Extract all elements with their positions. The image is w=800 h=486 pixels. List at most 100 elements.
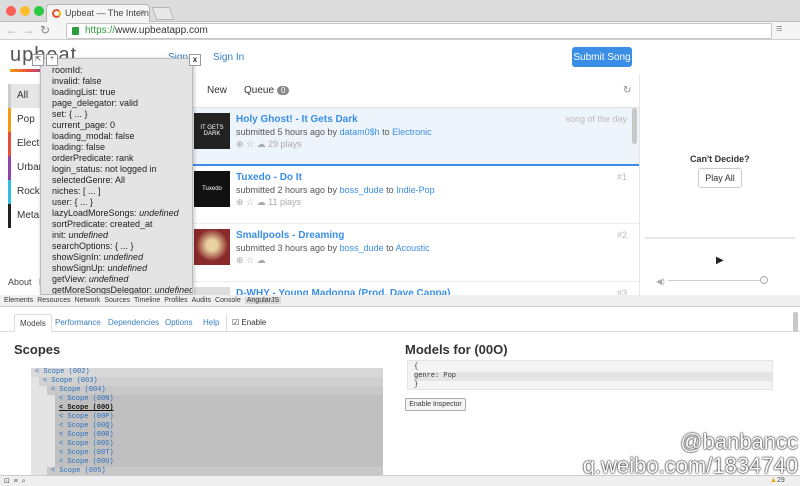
cloud-icon[interactable]: ☁ [257,139,269,149]
scope-tree-item[interactable]: < Scope (004) [31,386,383,395]
album-art[interactable]: IT GETS DARK [194,113,230,149]
back-arrow-icon[interactable]: ← [6,23,18,37]
submitter-link[interactable]: boss_dude [340,185,384,195]
close-window-icon[interactable] [6,6,16,16]
cloud-icon[interactable]: ☁ [257,255,266,265]
song-row[interactable]: IT GETS DARK Holy Ghost! - It Gets Dark su… [192,108,639,166]
star-icon[interactable]: ☆ [246,197,257,207]
tab-new[interactable]: New [207,85,227,96]
devtools-tab-resources[interactable]: Resources [37,297,70,304]
song-rank: #2 [616,230,627,240]
play-all-button[interactable]: Play All [698,168,742,188]
devtools-tab-audits[interactable]: Audits [192,297,211,304]
enable-inspector-button[interactable]: Enable Inspector [405,398,466,411]
search-icon[interactable]: ⌕ [22,478,26,485]
song-list-scrollbar[interactable] [632,108,637,144]
minimize-window-icon[interactable] [20,6,30,16]
ng-tab-performance[interactable]: Performance [50,314,106,332]
player-progress-knob[interactable] [760,276,768,284]
scope-tree-item[interactable]: < Scope (00Q) [31,422,383,431]
song-title[interactable]: Tuxedo - Do It [236,172,302,183]
scope-tree-item[interactable]: < Scope (00S) [31,440,383,449]
star-icon[interactable]: ☆ [246,255,257,265]
ng-tab-models[interactable]: Models [14,314,52,332]
album-art[interactable]: Tuxedo [194,171,230,207]
tab-close-icon[interactable]: × [140,7,145,17]
song-row[interactable]: Y-UNG MAD-NNA D-WHY - Young Madonna (Prod… [192,282,639,295]
scope-tree-item[interactable]: < Scope (00P) [31,413,383,422]
sign-in-link[interactable]: Sign In [213,52,244,63]
song-title[interactable]: D-WHY - Young Madonna (Prod. Dave Cappa) [236,288,450,295]
album-art[interactable] [194,229,230,265]
song-title[interactable]: Smallpools - Dreaming [236,230,344,241]
song-row[interactable]: Tuxedo Tuxedo - Do It submitted 2 hours ag… [192,166,639,224]
genre-link[interactable]: Electronic [392,127,432,137]
forward-arrow-icon[interactable]: → [22,23,34,37]
devtools-tab-network[interactable]: Network [75,297,101,304]
ng-tab-dependencies[interactable]: Dependencies [103,314,164,332]
scope-tree-item[interactable]: < Scope (00U) [31,458,383,467]
dock-icon[interactable]: ⊡ [4,478,10,485]
warning-count[interactable]: ▲29 [770,477,785,484]
genre-link[interactable]: Indie-Pop [396,185,435,195]
cloud-icon[interactable]: ☁ [257,197,269,207]
enable-toggle[interactable]: ☑ Enable [226,314,271,332]
scope-property: invalid: false [41,76,192,87]
song-list: IT GETS DARK Holy Ghost! - It Gets Dark su… [192,107,639,295]
scope-tree-item[interactable]: < Scope (002) [31,368,383,377]
reload-icon[interactable]: ↻ [40,23,50,37]
popup-add-icon[interactable]: + [46,54,58,66]
scope-tree-item[interactable]: < Scope (00R) [31,431,383,440]
devtools-scrollbar[interactable] [793,312,798,332]
submit-song-button[interactable]: Submit Song [572,47,632,67]
queue-label: Queue [244,85,275,96]
scope-property: showSignIn: undefined [41,252,192,263]
popup-move-icon[interactable]: ⇱ [32,54,44,66]
property-key: roomId: [52,65,83,75]
devtools-tab-timeline[interactable]: Timeline [134,297,160,304]
play-icon[interactable]: ▶ [716,255,724,266]
popup-close-icon[interactable]: x [189,54,201,66]
browser-toolbar: ← → ↻ https://www.upbeatapp.com ≡ [0,22,800,40]
devtools-tab-sources[interactable]: Sources [104,297,130,304]
song-title[interactable]: Holy Ghost! - It Gets Dark [236,114,358,125]
ng-tab-help[interactable]: Help [198,314,224,332]
player-divider [645,237,795,239]
add-icon[interactable]: ⊕ [236,255,246,265]
address-bar[interactable]: https://www.upbeatapp.com [66,23,772,39]
devtools-tab-profiles[interactable]: Profiles [164,297,187,304]
browser-tab[interactable]: Upbeat — The Internet's M × [46,4,150,23]
submitter-link[interactable]: datam0$h [340,127,380,137]
menu-icon[interactable]: ≡ [776,23,782,35]
song-actions: ⊕ ☆ ☁ [236,255,266,266]
ng-tab-options[interactable]: Options [160,314,198,332]
property-key: orderPredicate: rank [52,153,134,163]
scope-tree-item[interactable]: < Scope (00N) [31,395,383,404]
player-progress-track[interactable] [668,280,762,281]
scope-tree-item[interactable]: < Scope (003) [31,377,383,386]
scope-tree-item[interactable]: < Scope (00O) [31,404,383,413]
refresh-icon[interactable]: ↻ [623,85,631,96]
devtools-tab-console[interactable]: Console [215,297,241,304]
add-icon[interactable]: ⊕ [236,197,246,207]
new-tab-button[interactable] [151,7,175,20]
code-close: } [414,381,419,389]
scope-tree-item[interactable]: < Scope (00T) [31,449,383,458]
devtools-tab-angularjs[interactable]: AngularJS [244,297,282,304]
album-art[interactable]: Y-UNG MAD-NNA [194,287,230,295]
cant-decide-label: Can't Decide? [690,154,750,164]
song-row[interactable]: Smallpools - Dreaming submitted 3 hours a… [192,224,639,282]
devtools-tab-elements[interactable]: Elements [4,297,33,304]
volume-icon[interactable]: ◀) [656,277,665,286]
enable-checkbox[interactable]: ☑ [232,318,241,327]
star-icon[interactable]: ☆ [246,139,257,149]
tab-queue[interactable]: Queue 0 [244,85,290,96]
about-link[interactable]: About [8,277,32,287]
console-drawer-icon[interactable]: ≡ [14,478,18,485]
play-count: 11 plays [268,197,301,207]
maximize-window-icon[interactable] [34,6,44,16]
add-icon[interactable]: ⊕ [236,139,246,149]
submitter-link[interactable]: boss_dude [340,243,384,253]
genre-link[interactable]: Acoustic [396,243,430,253]
property-key: loadingList: true [52,87,116,97]
